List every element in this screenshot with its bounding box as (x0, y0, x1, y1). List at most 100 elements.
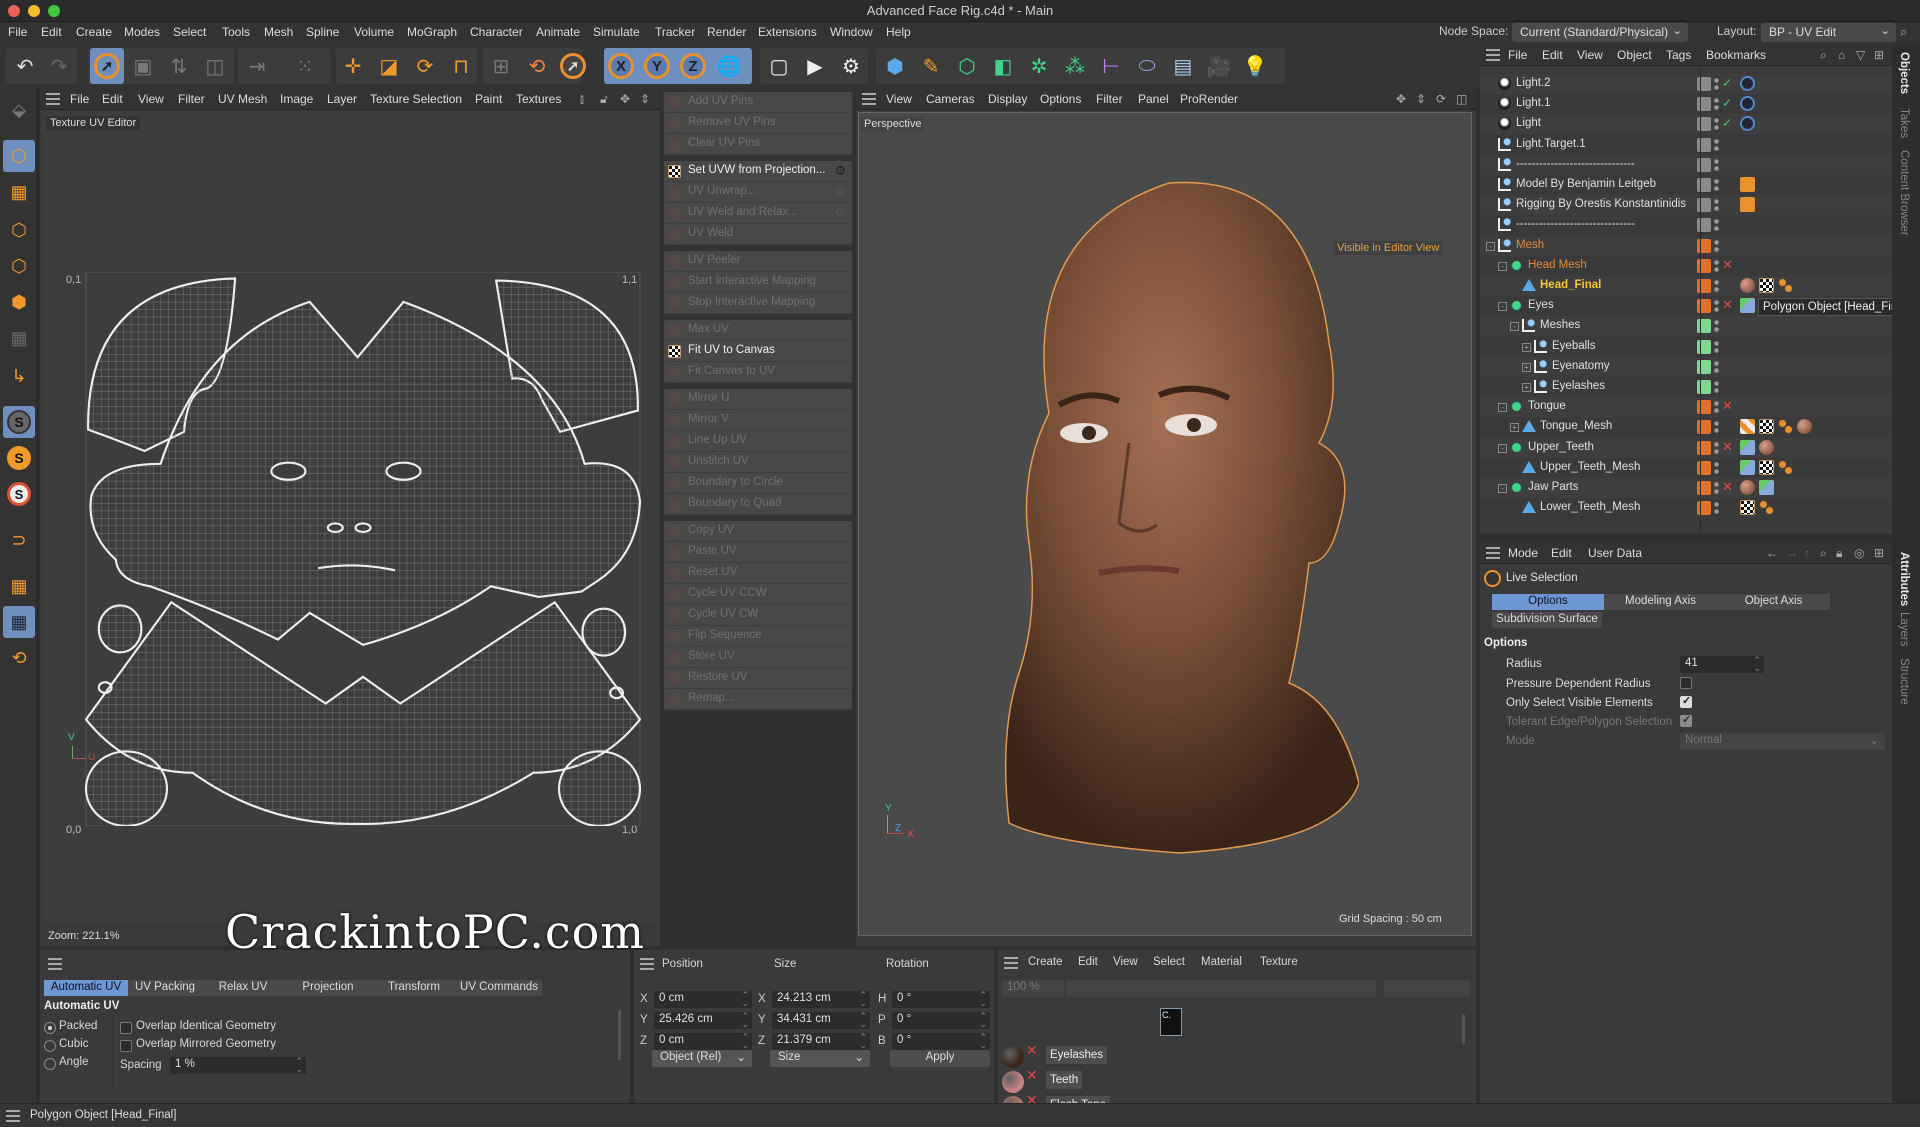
uv-command-uv-weld-and-relax[interactable]: UV Weld and Relax... ⚙ (664, 203, 852, 224)
material-zoom-input[interactable]: 100 % (1002, 980, 1064, 997)
snap-icon[interactable]: ⊓ (444, 48, 478, 84)
object-name[interactable]: Light.Target.1 (1516, 138, 1586, 150)
undo-icon[interactable]: ↶ (8, 48, 42, 84)
snap-magnet-icon[interactable]: ⊃ (3, 524, 35, 556)
back-arrow-icon[interactable]: ← (1766, 546, 1778, 560)
uv-command-mirror-u[interactable]: Mirror U (664, 389, 852, 410)
move-selected-icon[interactable]: ▣ (126, 48, 160, 84)
vp-menu-options[interactable]: Options (1040, 92, 1081, 106)
solo-selection-icon[interactable]: S (3, 478, 35, 510)
position-x-input[interactable]: 0 cm ⌃ ⌄ (654, 991, 752, 1008)
uv-command-store-uv[interactable]: Store UV (664, 647, 852, 668)
mode-radio-cubic[interactable] (44, 1040, 56, 1052)
object-row[interactable]: + Eyenatomy (1480, 356, 1892, 377)
constraint-tag-icon[interactable] (1740, 298, 1755, 314)
uv-command-unstitch-uv[interactable]: Unstitch UV (664, 452, 852, 473)
visible-elements-checkbox[interactable] (1680, 694, 1692, 708)
object-row[interactable]: - Mesh (1480, 235, 1892, 256)
collapse-icon[interactable]: - (1510, 322, 1519, 332)
material-name[interactable]: Teeth (1046, 1071, 1083, 1089)
gear-icon[interactable]: ⚙ (834, 163, 846, 179)
world-coords-icon[interactable]: 🌐 (712, 48, 746, 84)
position-y-input[interactable]: 25.426 cm ⌃ ⌄ (654, 1012, 752, 1029)
menu-help[interactable]: Help (886, 25, 911, 39)
object-row[interactable]: Upper_Teeth_Mesh (1480, 458, 1892, 478)
selection-tag-icon[interactable] (1778, 459, 1793, 475)
om-menu-object[interactable]: Object (1617, 48, 1652, 62)
collapse-icon[interactable]: - (1498, 403, 1507, 413)
uv-tab-projection[interactable]: Projection (284, 980, 372, 996)
object-name[interactable]: Eyeballs (1552, 340, 1595, 352)
visibility-dots[interactable] (1714, 178, 1719, 192)
spinner-icon[interactable]: ⌃ ⌄ (859, 1012, 867, 1029)
visibility-dots[interactable] (1714, 359, 1719, 374)
disabled-x-icon[interactable]: ✕ (1722, 257, 1733, 273)
extrude-icon[interactable]: ◧ (986, 48, 1020, 84)
points-mode-icon[interactable]: ⬡ (3, 214, 35, 246)
uv-command-max-uv[interactable]: Max UV (664, 320, 852, 341)
attr-tab-modeling-axis[interactable]: Modeling Axis (1604, 594, 1717, 610)
mat-menu-edit[interactable]: Edit (1078, 956, 1098, 968)
scrollbar[interactable] (618, 1010, 621, 1060)
solo-hierarchy-icon[interactable]: S (3, 442, 35, 474)
uv-command-start-interactive-mapping[interactable]: Start Interactive Mapping (664, 272, 852, 293)
lock-y-icon[interactable]: Y (640, 48, 674, 84)
object-row[interactable]: - Head Mesh ✕ (1480, 256, 1892, 276)
edges-mode-icon[interactable]: ⬡ (3, 250, 35, 282)
visibility-dots[interactable] (1714, 137, 1719, 152)
polygons-mode-icon[interactable]: ⬢ (3, 286, 35, 318)
constraint-tag-icon[interactable] (1740, 439, 1755, 455)
object-row[interactable]: Light ✓ (1480, 114, 1892, 135)
visibility-dots[interactable] (1714, 420, 1719, 435)
light-icon[interactable]: 💡 (1238, 48, 1272, 84)
material-name[interactable]: Eyelashes (1046, 1046, 1108, 1064)
side-tab-layers[interactable]: Layers (1898, 612, 1910, 647)
render-view-icon[interactable]: ▢ (762, 48, 796, 84)
filter-icon[interactable]: ▽ (1856, 48, 1865, 62)
up-arrow-icon[interactable]: ↑ (1804, 546, 1810, 560)
uv-menu-paint[interactable]: Paint (475, 92, 502, 106)
solo-icon[interactable]: S (3, 406, 35, 438)
search-icon[interactable]: ⌕ (1820, 48, 1827, 63)
side-tab-objects[interactable]: Objects (1898, 52, 1910, 94)
uv-command-boundary-to-quad[interactable]: Boundary to Quad (664, 494, 852, 515)
panel-menu-icon[interactable] (1486, 547, 1500, 559)
vp-menu-cameras[interactable]: Cameras (926, 92, 975, 106)
uv-menu-uv-mesh[interactable]: UV Mesh (218, 92, 267, 106)
target-tag-icon[interactable] (1740, 116, 1755, 132)
annotation-tag-icon[interactable] (1740, 177, 1755, 192)
object-name[interactable]: Eyenatomy (1552, 360, 1610, 372)
om-menu-edit[interactable]: Edit (1542, 48, 1563, 62)
cloner-icon[interactable]: ✲ (1022, 48, 1056, 84)
object-row[interactable]: ------------------------------- (1480, 215, 1892, 235)
expand-icon[interactable]: + (1522, 362, 1531, 372)
object-row[interactable]: ------------------------------- (1480, 154, 1892, 175)
object-row[interactable]: Light.1 ✓ (1480, 94, 1892, 114)
material-tag-icon[interactable] (1740, 278, 1755, 293)
visibility-dots[interactable] (1714, 279, 1719, 293)
object-row[interactable]: Light.2 ✓ (1480, 74, 1892, 94)
vp-menu-prorender[interactable]: ProRender (1180, 92, 1238, 106)
menu-render[interactable]: Render (707, 25, 746, 39)
uv-command-flip-sequence[interactable]: Flip Sequence (664, 626, 852, 647)
subdivision-icon[interactable]: ⬡ (950, 48, 984, 84)
disabled-x-icon[interactable]: ✕ (1722, 479, 1733, 495)
vp-menu-display[interactable]: Display (988, 92, 1027, 106)
mode-dropdown[interactable]: Normal ⌄ (1680, 733, 1885, 750)
uv-map[interactable] (85, 272, 641, 826)
object-name[interactable]: Head_Final (1540, 279, 1601, 291)
overlap-identical-checkbox[interactable] (120, 1022, 132, 1034)
uv-command-cycle-uv-cw[interactable]: Cycle UV CW (664, 605, 852, 626)
lock-z-icon[interactable]: Z (676, 48, 710, 84)
lock-icon[interactable]: 🔒︎ (1836, 546, 1842, 561)
vp-menu-view[interactable]: View (886, 92, 912, 106)
rotation-y-input[interactable]: 0 ° ⌃ ⌄ (892, 1012, 990, 1029)
object-name[interactable]: Tongue_Mesh (1540, 420, 1612, 432)
enabled-check-icon[interactable]: ✓ (1722, 116, 1732, 130)
select-icon[interactable]: ➚ (556, 48, 590, 84)
uv-command-uv-weld[interactable]: UV Weld (664, 224, 852, 245)
zoom-view-icon[interactable]: ⇕ (640, 92, 650, 106)
mode-radio-angle[interactable] (44, 1058, 56, 1070)
uv-menu-texture-selection[interactable]: Texture Selection (370, 92, 462, 106)
visibility-dots[interactable] (1714, 299, 1719, 314)
